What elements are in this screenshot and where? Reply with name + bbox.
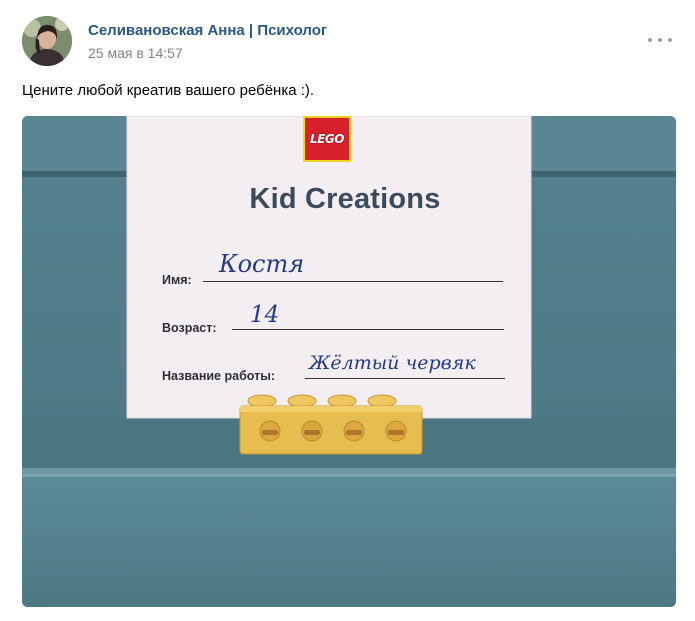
post-text: Цените любой креатив вашего ребёнка :). — [22, 82, 315, 99]
work-handwritten: Жёлтый червяк — [309, 352, 476, 374]
age-line — [232, 329, 504, 330]
lego-logo: LEGO — [303, 116, 351, 162]
name-handwritten: Костя — [219, 250, 305, 278]
yellow-lego-brick — [239, 394, 423, 455]
age-label: Возраст: — [162, 321, 217, 335]
work-label: Название работы: — [162, 369, 276, 383]
more-dots-icon[interactable] — [648, 30, 672, 50]
work-line — [305, 378, 505, 379]
wall-post: Селивановская Анна | Психолог 25 мая в 1… — [0, 0, 695, 621]
age-handwritten: 14 — [250, 302, 280, 328]
name-label: Имя: — [162, 273, 192, 287]
author-name-link[interactable]: Селивановская Анна | Психолог — [88, 22, 327, 39]
card-title: Kid Creations — [249, 183, 441, 215]
post-photo[interactable]: LEGO Kid Creations Имя: Костя Возраст: 1… — [22, 116, 676, 607]
author-avatar[interactable] — [22, 16, 72, 66]
name-line — [203, 281, 503, 282]
post-date[interactable]: 25 мая в 14:57 — [88, 45, 183, 61]
